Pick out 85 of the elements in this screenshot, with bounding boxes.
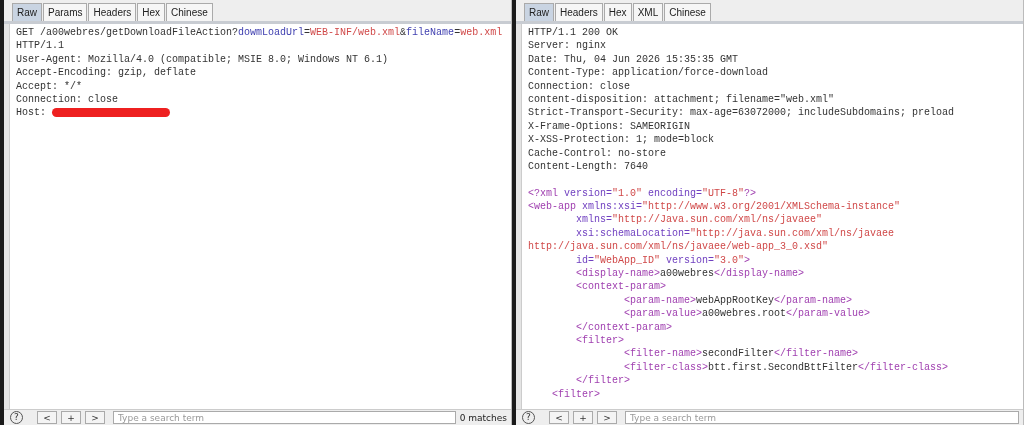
code-text: <filter-name> bbox=[623, 348, 703, 360]
code-text: <filter> bbox=[551, 388, 600, 400]
code-text: xmlns:xsi= bbox=[582, 201, 643, 213]
code-text: a00webres bbox=[660, 268, 715, 280]
tab[interactable]: Hex bbox=[137, 3, 166, 21]
code-text: webAppRootKey bbox=[696, 294, 775, 306]
code-text: id= bbox=[575, 254, 594, 266]
code-text: User-Agent: Mozilla/4.0 (compatible; MSIE 8.0; Windows NT 6.1) bbox=[16, 53, 389, 65]
code-text: Server: nginx bbox=[528, 40, 606, 52]
code-text: btt.first.SecondBttFilter bbox=[708, 361, 859, 373]
nav-button[interactable]: > bbox=[85, 411, 105, 424]
code-text: xsi:schemaLocation= bbox=[575, 227, 691, 239]
code-text: </display-name> bbox=[714, 268, 805, 280]
code-text: Strict-Transport-Security: max-age=63072000; includeSubdomains; preload bbox=[528, 107, 955, 119]
code-text: > bbox=[744, 254, 751, 266]
scrollbar[interactable] bbox=[516, 24, 522, 409]
code-text: <?xml bbox=[528, 187, 559, 199]
code-text: encoding= bbox=[647, 187, 703, 199]
code-text: Accept: */* bbox=[16, 80, 82, 92]
code-text: = bbox=[454, 27, 461, 38]
code-text: X-Frame-Options: SAMEORIGIN bbox=[528, 120, 691, 132]
code-text: xmlns= bbox=[575, 214, 612, 226]
code-text: "3.0" bbox=[714, 254, 745, 266]
code-text: Connection: close bbox=[16, 93, 119, 105]
code-text: = bbox=[304, 27, 311, 38]
code-text: <filter-class> bbox=[623, 361, 709, 373]
code-text: version= bbox=[665, 254, 715, 266]
code-text: a00webres.root bbox=[702, 308, 787, 320]
code-text: <web-app bbox=[528, 201, 576, 213]
tab[interactable]: XML bbox=[632, 3, 664, 21]
code-text: web.xml bbox=[460, 27, 503, 38]
code-text: version= bbox=[564, 187, 613, 199]
code-text: HTTP/1.1 200 OK bbox=[528, 27, 618, 38]
tab[interactable]: Params bbox=[43, 3, 88, 21]
tab[interactable]: Raw bbox=[524, 3, 554, 21]
tab[interactable]: Raw bbox=[12, 3, 42, 21]
code-text: Connection: close bbox=[528, 80, 631, 92]
code-text: fileName bbox=[406, 27, 455, 38]
nav-button[interactable]: < bbox=[37, 411, 57, 424]
match-count: 0 matches bbox=[459, 412, 507, 423]
code-text: <param-name> bbox=[623, 294, 697, 306]
code-text: Content-Length: 7640 bbox=[528, 160, 649, 172]
code-text: secondFilter bbox=[702, 348, 775, 360]
code-text: http://java.sun.com/xml/ns/javaee/web-app_3_0.xsd" bbox=[528, 241, 829, 253]
search-field[interactable]: Type a search term bbox=[625, 411, 1019, 424]
code-text: <display-name> bbox=[575, 268, 661, 280]
code-text: "http://Java.sun.com/xml/ns/javaee" bbox=[612, 214, 823, 226]
tab[interactable]: Headers bbox=[88, 3, 137, 21]
code-text: ?> bbox=[744, 187, 757, 199]
code-text: </param-value> bbox=[786, 308, 871, 320]
code-text: </filter> bbox=[575, 375, 631, 387]
code-text: </context-param> bbox=[575, 321, 673, 333]
code-text: Cache-Control: no-store bbox=[528, 147, 667, 159]
code-text: <context-param> bbox=[575, 281, 667, 293]
code-text: <param-value> bbox=[623, 308, 703, 320]
nav-button[interactable]: + bbox=[573, 411, 593, 424]
nav-button[interactable]: < bbox=[549, 411, 569, 424]
code-text: "WebApp_ID" bbox=[594, 254, 661, 266]
tab[interactable]: Headers bbox=[555, 3, 603, 21]
tab[interactable]: Hex bbox=[603, 3, 632, 21]
tab[interactable]: Chinese bbox=[664, 3, 711, 21]
code-text: Accept-Encoding: gzip, deflate bbox=[16, 67, 197, 79]
code-text: <filter> bbox=[575, 335, 624, 346]
code-text: WEB-INF/web.xml bbox=[310, 27, 401, 38]
nav-button[interactable]: + bbox=[61, 411, 81, 424]
nav-button[interactable]: > bbox=[597, 411, 617, 424]
code-text: "http://java.sun.com/xml/ns/javaee bbox=[690, 227, 895, 239]
code-text: </param-name> bbox=[774, 294, 853, 306]
code-text: dowmLoadUrl bbox=[238, 27, 305, 38]
scrollbar[interactable] bbox=[4, 24, 10, 409]
code-text: Date: Thu, 04 Jun 2026 15:35:35 GMT bbox=[528, 53, 739, 65]
code-text: X-XSS-Protection: 1; mode=block bbox=[528, 134, 715, 146]
code-text: "UTF-8" bbox=[702, 187, 745, 199]
code-text: </filter-name> bbox=[774, 348, 859, 360]
search-field[interactable]: Type a search term bbox=[113, 411, 456, 424]
tab[interactable]: Chinese bbox=[166, 3, 213, 21]
code-text: HTTP/1.1 bbox=[16, 40, 64, 52]
code-text: "http://www.w3.org/2001/XMLSchema-instance" bbox=[642, 201, 901, 213]
code-text: content-disposition: attachment; filename="web.xml" bbox=[528, 93, 835, 105]
code-text: Content-Type: application/force-download bbox=[528, 67, 769, 79]
code-text: GET /a00webres/getDownloadFileAction? bbox=[16, 27, 239, 38]
code-text: "1.0" bbox=[612, 187, 643, 199]
code-text: & bbox=[400, 27, 407, 38]
code-text: Host: bbox=[16, 107, 47, 119]
code-text: </filter-class> bbox=[858, 361, 949, 373]
